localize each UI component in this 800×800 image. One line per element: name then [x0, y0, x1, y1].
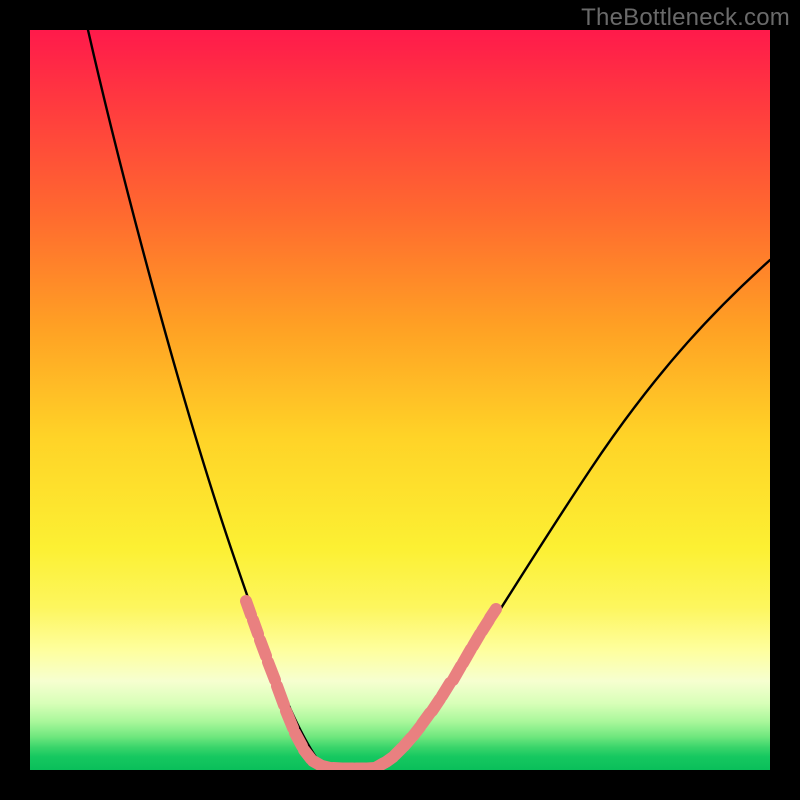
markers-left [246, 601, 320, 765]
curve-left-branch [88, 30, 330, 768]
watermark-text: TheBottleneck.com [581, 4, 790, 32]
chart-stage: TheBottleneck.com [0, 0, 800, 800]
marker-layer [246, 601, 496, 769]
curve-layer [30, 30, 770, 770]
markers-floor [322, 766, 375, 769]
bottleneck-curve [88, 30, 770, 769]
curve-right-branch [375, 260, 770, 768]
markers-right [377, 609, 496, 767]
plot-area [30, 30, 770, 770]
